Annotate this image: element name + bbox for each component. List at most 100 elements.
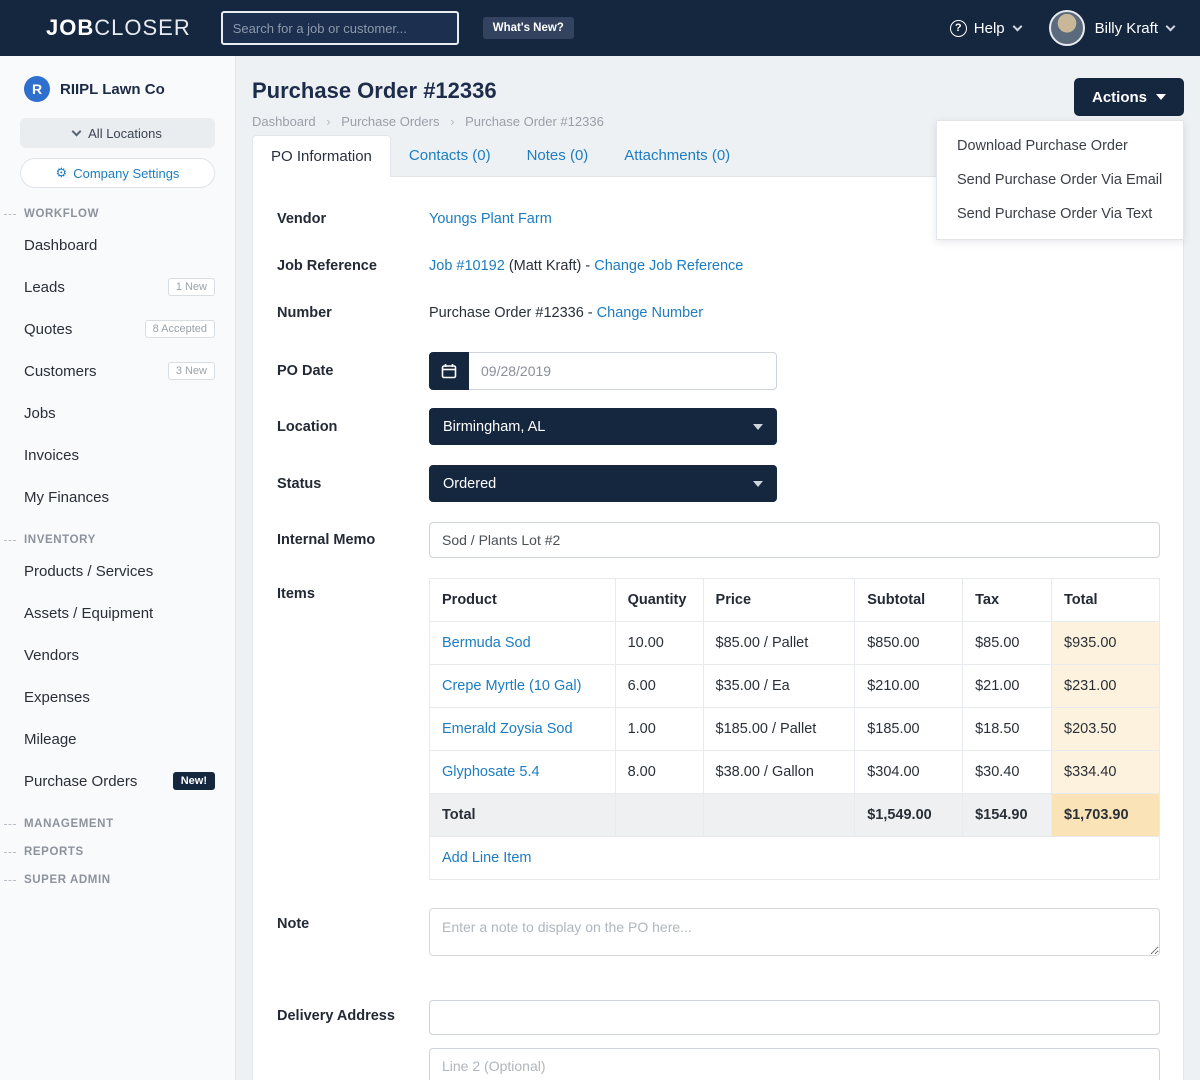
section-header-management: MANAGEMENT — [0, 818, 235, 830]
sidebar-item-invoices[interactable]: Invoices — [0, 434, 235, 476]
sidebar-item-jobs[interactable]: Jobs — [0, 392, 235, 434]
subtotal-cell: $185.00 — [855, 708, 963, 751]
total-cell: $334.40 — [1052, 751, 1160, 794]
po-date-input[interactable] — [469, 352, 777, 390]
note-textarea[interactable] — [429, 908, 1160, 956]
sidebar-item-leads[interactable]: Leads 1 New — [0, 266, 235, 308]
add-line-item-row: Add Line Item — [430, 837, 1160, 880]
tab-po-information[interactable]: PO Information — [252, 135, 391, 177]
tax-cell: $30.40 — [963, 751, 1052, 794]
dash-decoration — [4, 540, 16, 541]
change-job-reference-link[interactable]: Change Job Reference — [594, 258, 743, 274]
grand-tax: $154.90 — [963, 794, 1052, 837]
sidebar-item-expenses[interactable]: Expenses — [0, 676, 235, 718]
dash-decoration — [4, 214, 16, 215]
location-selected-value: Birmingham, AL — [443, 419, 545, 435]
chevron-down-icon — [72, 126, 82, 136]
items-table: Product Quantity Price Subtotal Tax Tota… — [429, 578, 1160, 880]
items-total-row: Total $1,549.00 $154.90 $1,703.90 — [430, 794, 1160, 837]
whats-new-button[interactable]: What's New? — [483, 17, 574, 39]
sidebar-item-customers[interactable]: Customers 3 New — [0, 350, 235, 392]
search-input[interactable] — [221, 11, 459, 45]
avatar[interactable] — [1049, 10, 1085, 46]
nav-badge: 3 New — [168, 362, 215, 380]
tab-contacts[interactable]: Contacts (0) — [391, 135, 509, 176]
price-cell: $38.00 / Gallon — [703, 751, 855, 794]
number-label: Number — [277, 305, 429, 321]
total-cell: $203.50 — [1052, 708, 1160, 751]
items-col-total: Total — [1052, 579, 1160, 622]
items-col-tax: Tax — [963, 579, 1052, 622]
all-locations-selector[interactable]: All Locations — [20, 118, 215, 148]
sidebar-item-assets-equipment[interactable]: Assets / Equipment — [0, 592, 235, 634]
tab-notes[interactable]: Notes (0) — [509, 135, 607, 176]
price-cell: $35.00 / Ea — [703, 665, 855, 708]
product-link[interactable]: Emerald Zoysia Sod — [442, 721, 573, 737]
table-row: Bermuda Sod 10.00 $85.00 / Pallet $850.0… — [430, 622, 1160, 665]
tax-cell: $85.00 — [963, 622, 1052, 665]
quantity-cell: 10.00 — [615, 622, 703, 665]
delivery-address-line1-input[interactable] — [429, 1000, 1160, 1035]
add-line-item-link[interactable]: Add Line Item — [442, 850, 531, 866]
total-cell: $935.00 — [1052, 622, 1160, 665]
menu-item-download-po[interactable]: Download Purchase Order — [937, 129, 1183, 163]
company-settings-button[interactable]: ⚙ Company Settings — [20, 158, 215, 188]
subtotal-cell: $850.00 — [855, 622, 963, 665]
location-select[interactable]: Birmingham, AL — [429, 408, 777, 445]
menu-item-send-po-text[interactable]: Send Purchase Order Via Text — [937, 197, 1183, 231]
sidebar-item-mileage[interactable]: Mileage — [0, 718, 235, 760]
change-number-link[interactable]: Change Number — [597, 305, 703, 321]
user-name: Billy Kraft — [1095, 20, 1158, 37]
product-link[interactable]: Glyphosate 5.4 — [442, 764, 540, 780]
quantity-cell: 8.00 — [615, 751, 703, 794]
grand-total: $1,703.90 — [1052, 794, 1160, 837]
sidebar-item-products-services[interactable]: Products / Services — [0, 550, 235, 592]
chevron-down-icon — [1166, 21, 1176, 31]
breadcrumb: Dashboard › Purchase Orders › Purchase O… — [252, 114, 604, 129]
actions-button[interactable]: Actions — [1074, 78, 1184, 116]
menu-item-send-po-email[interactable]: Send Purchase Order Via Email — [937, 163, 1183, 197]
caret-down-icon — [753, 424, 763, 430]
nav-badge: 8 Accepted — [145, 320, 215, 338]
dash-decoration — [4, 880, 16, 881]
sidebar: R RIIPL Lawn Co All Locations ⚙ Company … — [0, 56, 236, 1080]
calendar-icon — [441, 363, 457, 379]
status-selected-value: Ordered — [443, 476, 496, 492]
caret-down-icon — [1156, 94, 1166, 100]
table-row: Glyphosate 5.4 8.00 $38.00 / Gallon $304… — [430, 751, 1160, 794]
sidebar-item-quotes[interactable]: Quotes 8 Accepted — [0, 308, 235, 350]
quantity-cell: 1.00 — [615, 708, 703, 751]
status-select[interactable]: Ordered — [429, 465, 777, 502]
breadcrumb-separator: › — [326, 114, 330, 129]
internal-memo-input[interactable] — [429, 522, 1160, 558]
user-menu[interactable]: Billy Kraft — [1095, 20, 1174, 37]
main-content: Purchase Order #12336 Dashboard › Purcha… — [236, 56, 1200, 1080]
location-label: Location — [277, 419, 429, 435]
product-link[interactable]: Bermuda Sod — [442, 635, 531, 651]
topbar: JOBCLOSER What's New? ? Help Billy Kraft — [0, 0, 1200, 56]
sidebar-item-dashboard[interactable]: Dashboard — [0, 224, 235, 266]
sidebar-item-purchase-orders[interactable]: Purchase Orders New! — [0, 760, 235, 802]
sidebar-item-my-finances[interactable]: My Finances — [0, 476, 235, 518]
caret-down-icon — [753, 481, 763, 487]
calendar-button[interactable] — [429, 352, 469, 390]
page-title: Purchase Order #12336 — [252, 78, 604, 104]
sidebar-item-vendors[interactable]: Vendors — [0, 634, 235, 676]
status-label: Status — [277, 476, 429, 492]
job-reference-link[interactable]: Job #10192 — [429, 258, 505, 274]
delivery-address-line2-input[interactable] — [429, 1048, 1160, 1080]
company-header: R RIIPL Lawn Co — [24, 76, 235, 102]
help-menu[interactable]: ? Help — [950, 20, 1021, 37]
table-row: Crepe Myrtle (10 Gal) 6.00 $35.00 / Ea $… — [430, 665, 1160, 708]
vendor-link[interactable]: Youngs Plant Farm — [429, 211, 552, 227]
section-header-super-admin: SUPER ADMIN — [0, 874, 235, 886]
product-link[interactable]: Crepe Myrtle (10 Gal) — [442, 678, 581, 694]
total-cell: $231.00 — [1052, 665, 1160, 708]
breadcrumb-purchase-orders[interactable]: Purchase Orders — [341, 114, 439, 129]
app-logo: JOBCLOSER — [46, 15, 191, 41]
job-reference-contact: (Matt Kraft) - — [509, 258, 590, 274]
tab-attachments[interactable]: Attachments (0) — [606, 135, 748, 176]
nav-badge-new: New! — [173, 772, 215, 790]
breadcrumb-dashboard[interactable]: Dashboard — [252, 114, 316, 129]
grand-subtotal: $1,549.00 — [855, 794, 963, 837]
